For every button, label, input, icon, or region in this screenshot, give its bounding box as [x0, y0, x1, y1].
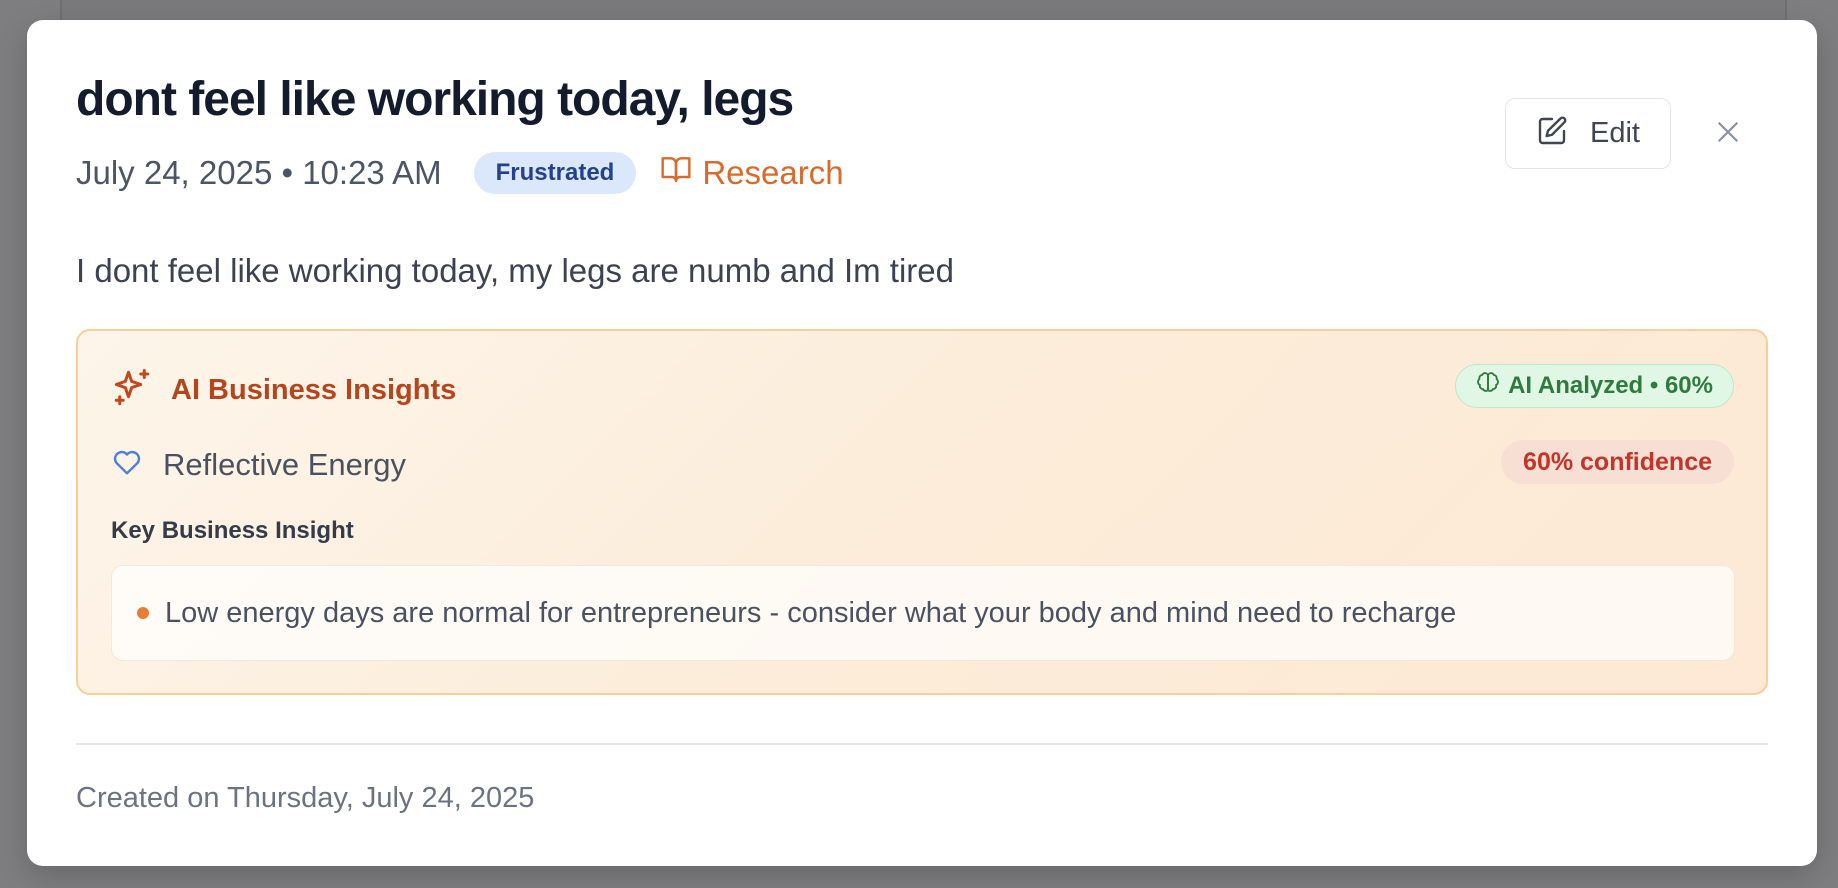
sparkles-icon	[111, 367, 153, 414]
insight-text: Low energy days are normal for entrepren…	[165, 596, 1457, 629]
entry-date: July 24, 2025 • 10:23 AM	[76, 154, 442, 191]
created-date: Created on Thursday, July 24, 2025	[76, 782, 535, 814]
entry-detail-modal: dont feel like working today, legs July …	[27, 20, 1817, 866]
close-icon	[1715, 119, 1741, 150]
confidence-badge: 60% confidence	[1501, 440, 1734, 484]
category-label: Research	[702, 154, 844, 191]
mood-badge: Frustrated	[473, 152, 637, 194]
category-tag: Research	[660, 153, 844, 193]
entry-meta-row: July 24, 2025 • 10:23 AM Frustrated Rese…	[76, 152, 844, 194]
list-item: Low energy days are normal for entrepren…	[111, 565, 1735, 661]
ai-analyzed-badge: AI Analyzed • 60%	[1455, 364, 1734, 408]
entry-title: dont feel like working today, legs	[76, 73, 794, 126]
heart-icon	[111, 446, 143, 483]
close-button[interactable]	[1710, 116, 1746, 152]
key-insight-heading: Key Business Insight	[111, 517, 354, 544]
divider	[76, 743, 1768, 745]
entry-body: I dont feel like working today, my legs …	[76, 252, 954, 289]
book-open-icon	[660, 153, 692, 193]
edit-button[interactable]: Edit	[1505, 98, 1671, 169]
backdrop-page	[60, 0, 1787, 20]
edit-pencil-icon	[1536, 115, 1568, 152]
insights-title: AI Business Insights	[171, 374, 457, 406]
energy-label: Reflective Energy	[163, 446, 406, 482]
brain-icon	[1476, 371, 1500, 402]
bullet-dot-icon	[137, 607, 149, 619]
insights-header: AI Business Insights	[111, 367, 456, 414]
ai-insights-panel: AI Business Insights AI Analyzed • 60% R…	[76, 329, 1768, 695]
edit-button-label: Edit	[1590, 117, 1640, 149]
ai-analyzed-label: AI Analyzed • 60%	[1508, 372, 1713, 399]
energy-row: Reflective Energy	[111, 446, 406, 483]
